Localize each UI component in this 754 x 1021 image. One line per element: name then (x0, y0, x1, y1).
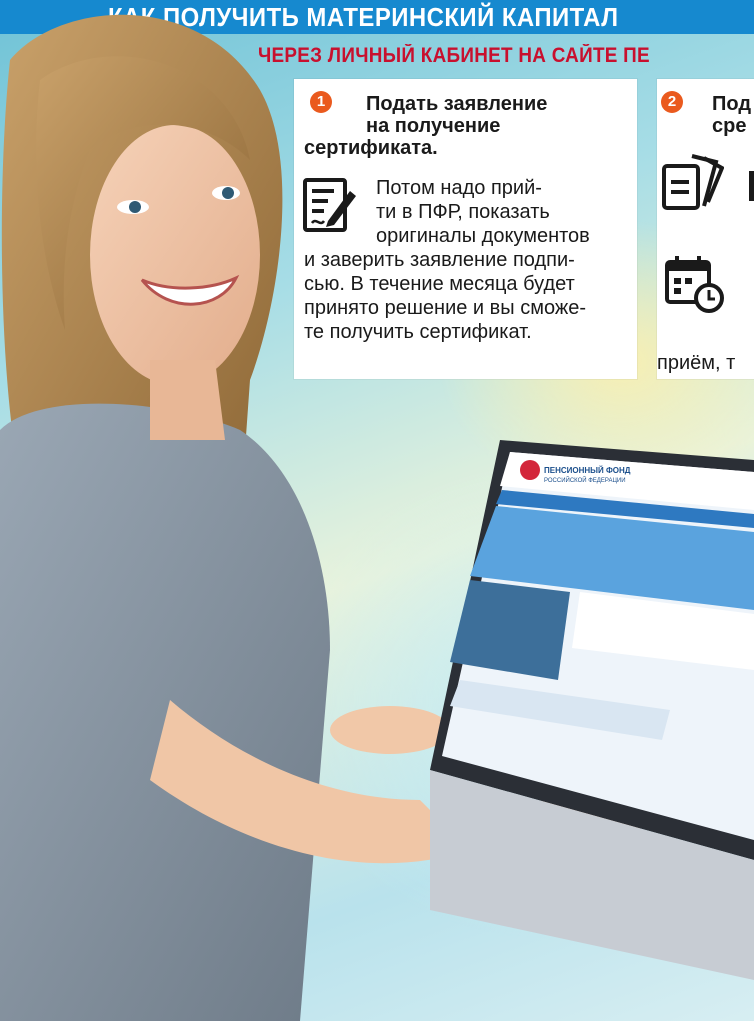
step-card-2: 2 Под сре приём, т (657, 79, 754, 379)
laptop-site-sub: РОССИЙСКОЙ ФЕДЕРАЦИИ (544, 476, 626, 484)
step-body-line: приём, т (657, 352, 736, 374)
step-title: сертификата. (304, 137, 438, 159)
step-body-line: оригиналы документов (376, 225, 590, 247)
step-card-1: 1 Подать заявление на получение сертифик… (294, 79, 637, 379)
step-body-line: и заверить заявление подпи- (304, 249, 575, 271)
documents-icon (662, 154, 724, 210)
step-title: сре (712, 115, 747, 137)
step-body-line: сью. В течение месяца будет (304, 273, 575, 295)
step-number-badge: 1 (310, 91, 332, 113)
step-body-line: ти в ПФР, показать (376, 201, 550, 223)
text-fragment (749, 171, 754, 201)
step-body-line: Потом надо прий- (376, 177, 542, 199)
step-title: Под (712, 93, 752, 115)
step-body-line: принято решение и вы сможе- (304, 297, 587, 319)
calendar-clock-icon (665, 256, 724, 313)
document-sign-icon (303, 178, 356, 232)
step-title: Подать заявление (366, 93, 548, 115)
laptop: ПЕНСИОННЫЙ ФОНД РОССИЙСКОЙ ФЕДЕРАЦИИ (430, 440, 754, 980)
laptop-site-name: ПЕНСИОННЫЙ ФОНД (544, 466, 631, 475)
step-number-badge: 2 (661, 91, 683, 113)
step-title: на получение (366, 115, 501, 137)
step-body-line: те получить сертификат. (304, 321, 532, 343)
